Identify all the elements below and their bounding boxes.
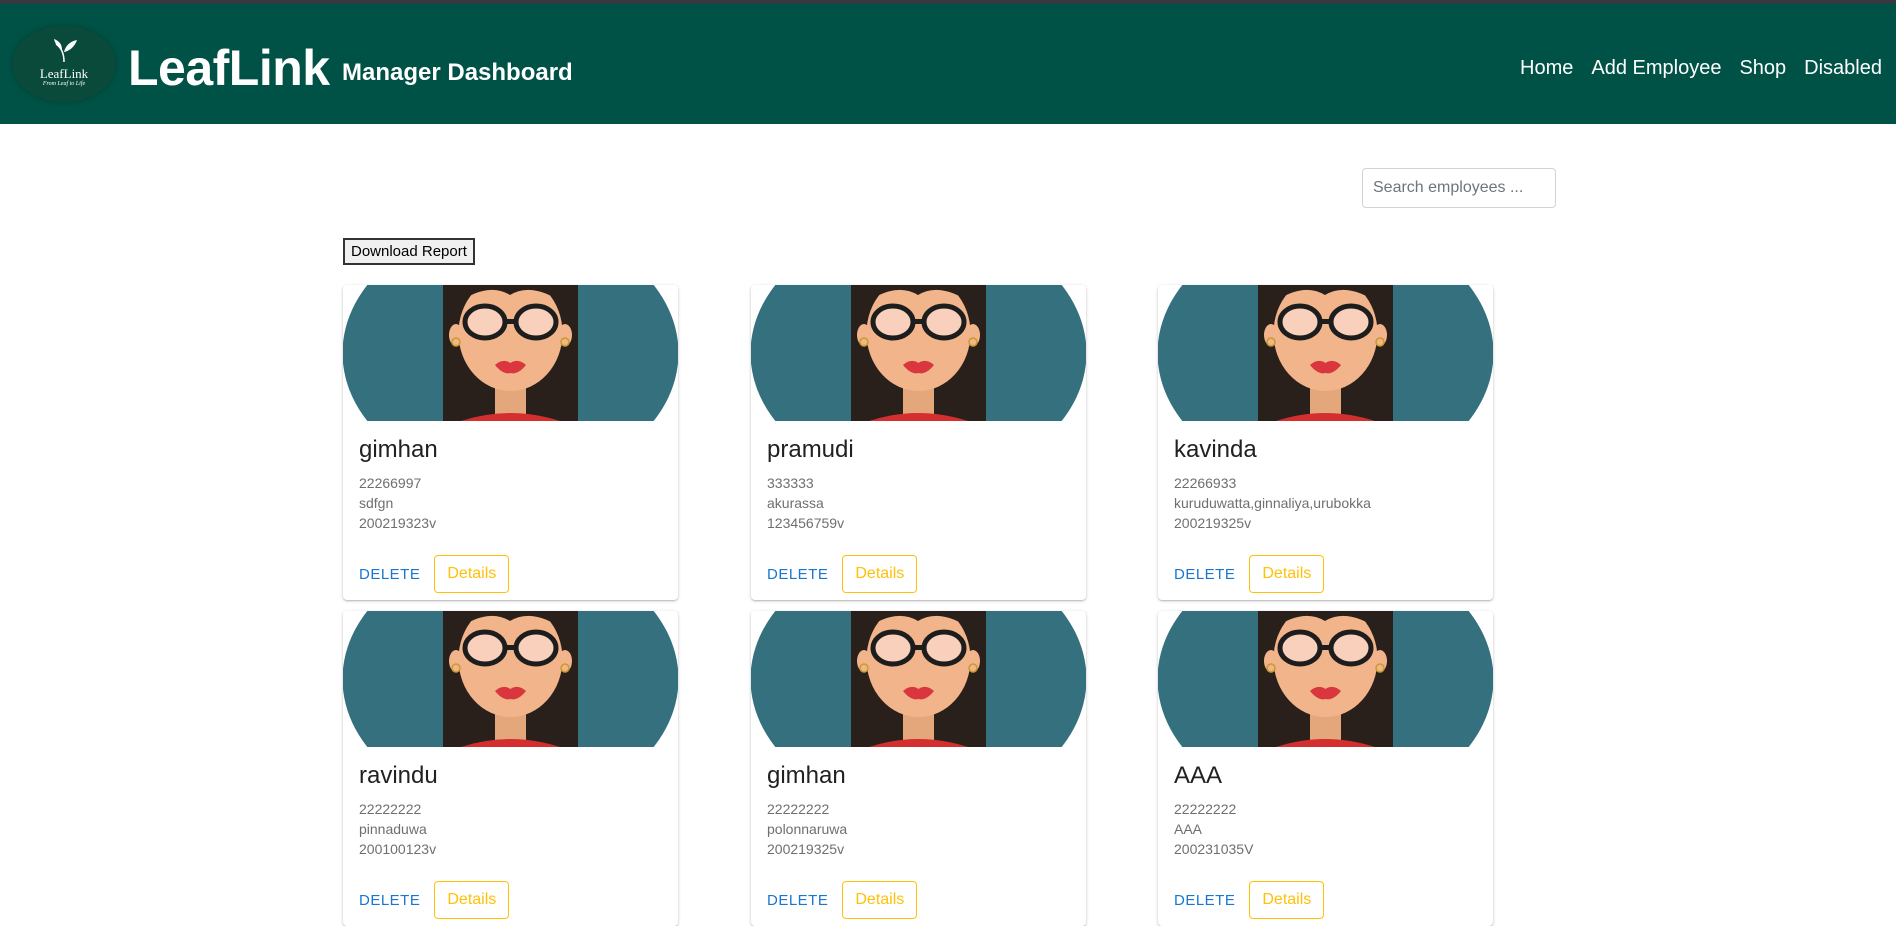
employee-name: gimhan <box>359 436 438 463</box>
delete-button[interactable]: DELETE <box>767 892 828 909</box>
employee-card: AAA 22222222 AAA 200231035V DELETE Detai… <box>1158 611 1493 926</box>
employee-card-actions: DELETE Details <box>767 881 918 919</box>
employee-address: polonnaruwa <box>767 821 848 837</box>
employee-phone: 22222222 <box>767 801 830 817</box>
employee-phone: 333333 <box>767 475 814 491</box>
employee-avatar <box>343 611 678 747</box>
delete-button[interactable]: DELETE <box>359 892 420 909</box>
delete-button[interactable]: DELETE <box>1174 892 1235 909</box>
employee-card: gimhan 22222222 polonnaruwa 200219325v D… <box>751 611 1086 926</box>
delete-button[interactable]: DELETE <box>1174 566 1235 583</box>
details-button[interactable]: Details <box>434 555 510 593</box>
employee-card-actions: DELETE Details <box>359 881 510 919</box>
employee-phone: 22266933 <box>1174 475 1237 491</box>
employee-nic: 123456759v <box>767 515 845 531</box>
employee-nic: 200100123v <box>359 841 437 857</box>
employee-card: ravindu 22222222 pinnaduwa 200100123v DE… <box>343 611 678 926</box>
logo-wordmark: LeafLink <box>39 66 89 81</box>
details-button[interactable]: Details <box>842 881 918 919</box>
delete-button[interactable]: DELETE <box>767 566 828 583</box>
employee-avatar <box>751 285 1086 421</box>
employee-name: kavinda <box>1174 436 1257 463</box>
nav-disabled-link[interactable]: Disabled <box>1804 56 1882 80</box>
employee-address: pinnaduwa <box>359 821 427 837</box>
employee-address: sdfgn <box>359 495 394 511</box>
employee-address: AAA <box>1174 821 1203 837</box>
leaf-icon <box>54 39 77 63</box>
nav-add-employee-link[interactable]: Add Employee <box>1591 56 1721 80</box>
top-navbar: LeafLink From Leaf to Life LeafLink Mana… <box>0 4 1896 124</box>
delete-button[interactable]: DELETE <box>359 566 420 583</box>
details-button[interactable]: Details <box>842 555 918 593</box>
details-button[interactable]: Details <box>434 881 510 919</box>
employee-name: AAA <box>1174 762 1223 789</box>
nav-links: Home Add Employee Shop Disabled <box>1520 56 1882 80</box>
leaflink-logo[interactable]: LeafLink From Leaf to Life <box>12 26 116 102</box>
employee-name: ravindu <box>359 762 438 789</box>
page-subtitle: Manager Dashboard <box>342 59 573 86</box>
brand-title[interactable]: LeafLink <box>128 40 330 96</box>
employee-phone: 22266997 <box>359 475 422 491</box>
employee-avatar <box>751 611 1086 747</box>
employee-card-body: gimhan 22266997 sdfgn 200219323v <box>359 435 662 533</box>
employee-card: gimhan 22266997 sdfgn 200219323v DELETE … <box>343 285 678 600</box>
employee-card-body: ravindu 22222222 pinnaduwa 200100123v <box>359 761 662 859</box>
employee-nic: 200219325v <box>767 841 845 857</box>
search-employees-input[interactable] <box>1362 168 1556 208</box>
employee-address: kuruduwatta,ginnaliya,urubokka <box>1174 495 1371 511</box>
employee-card-body: kavinda 22266933 kuruduwatta,ginnaliya,u… <box>1174 435 1477 533</box>
employee-card-body: AAA 22222222 AAA 200231035V <box>1174 761 1477 859</box>
employee-nic: 200231035V <box>1174 841 1254 857</box>
employee-name: pramudi <box>767 436 854 463</box>
employee-card-body: gimhan 22222222 polonnaruwa 200219325v <box>767 761 1070 859</box>
nav-home-link[interactable]: Home <box>1520 56 1573 80</box>
employee-card: pramudi 333333 akurassa 123456759v DELET… <box>751 285 1086 600</box>
employee-nic: 200219325v <box>1174 515 1252 531</box>
employee-name: gimhan <box>767 762 846 789</box>
employee-address: akurassa <box>767 495 824 511</box>
employee-nic: 200219323v <box>359 515 437 531</box>
details-button[interactable]: Details <box>1249 555 1325 593</box>
employee-phone: 22222222 <box>359 801 422 817</box>
employee-avatar <box>1158 611 1493 747</box>
employee-card: kavinda 22266933 kuruduwatta,ginnaliya,u… <box>1158 285 1493 600</box>
employee-phone: 22222222 <box>1174 801 1237 817</box>
download-report-button[interactable]: Download Report <box>343 238 475 265</box>
logo-tagline: From Leaf to Life <box>42 81 86 87</box>
details-button[interactable]: Details <box>1249 881 1325 919</box>
employee-avatar <box>1158 285 1493 421</box>
employee-avatar <box>343 285 678 421</box>
employee-card-actions: DELETE Details <box>1174 555 1325 593</box>
employee-card-actions: DELETE Details <box>767 555 918 593</box>
employee-card-actions: DELETE Details <box>1174 881 1325 919</box>
employee-card-body: pramudi 333333 akurassa 123456759v <box>767 435 1070 533</box>
employee-card-actions: DELETE Details <box>359 555 510 593</box>
nav-shop-link[interactable]: Shop <box>1739 56 1786 80</box>
